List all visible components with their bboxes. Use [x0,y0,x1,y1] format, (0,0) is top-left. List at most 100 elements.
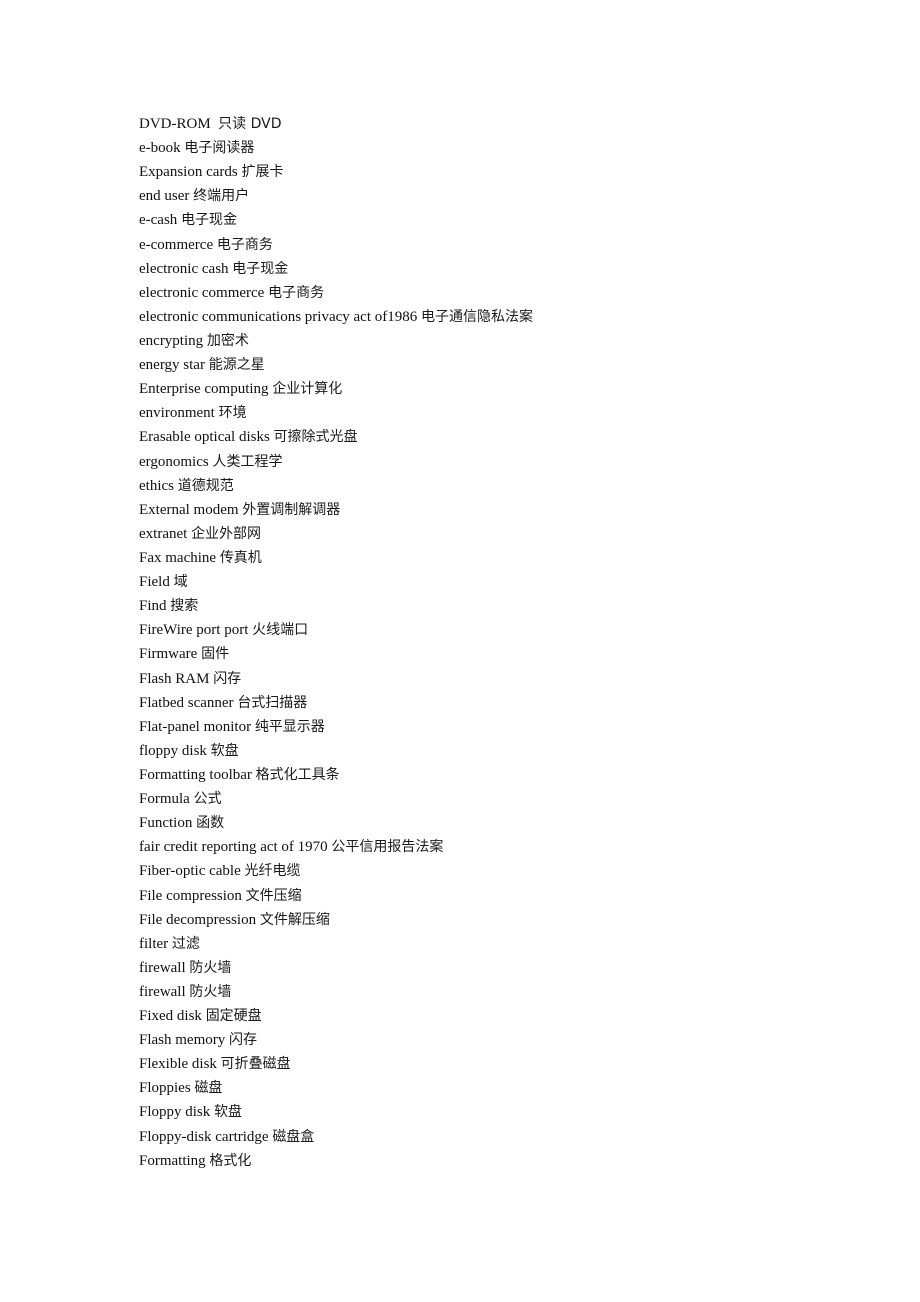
chinese-translation: 电子现金 [181,212,238,229]
english-term: Formula [139,791,190,808]
english-term: ergonomics [139,453,209,470]
chinese-translation: 软盘 [214,1104,243,1121]
chinese-translation: 电子现金 [232,260,289,277]
english-term: fair credit reporting act of 1970 [139,839,328,856]
glossary-entry: floppy disk 软盘 [139,739,533,763]
chinese-translation: 文件压缩 [245,887,302,904]
glossary-entry: e-book 电子阅读器 [139,136,533,160]
chinese-translation: 企业外部网 [191,525,262,542]
glossary-entry: electronic commerce 电子商务 [139,281,533,305]
english-term: Floppy-disk cartridge [139,1128,269,1145]
glossary-entry: Flexible disk 可折叠磁盘 [139,1052,533,1076]
english-term: Erasable optical disks [139,429,270,446]
glossary-entry: e-cash 电子现金 [139,208,533,232]
english-term: ethics [139,477,174,494]
glossary-entry: Floppies 磁盘 [139,1076,533,1100]
chinese-translation: 电子阅读器 [184,140,255,157]
english-term: energy star [139,357,205,374]
glossary-entry: Firmware 固件 [139,642,533,666]
glossary-entry: Floppy-disk cartridge 磁盘盒 [139,1125,533,1149]
chinese-translation: 只读 DVD [218,116,282,132]
english-term: Floppies [139,1080,191,1097]
chinese-translation: 纯平显示器 [254,718,325,735]
chinese-translation: 函数 [196,815,225,832]
chinese-translation: 闪存 [213,670,242,687]
chinese-translation: 固件 [201,646,230,663]
english-term: Expansion cards [139,164,238,181]
glossary-entry: Find 搜索 [139,594,533,618]
chinese-translation: 文件解压缩 [259,911,330,928]
chinese-translation: 环境 [218,405,247,422]
glossary-entry: FireWire port port 火线端口 [139,618,533,642]
chinese-translation: 光纤电缆 [244,863,301,880]
glossary-entry: electronic cash 电子现金 [139,257,533,281]
english-term: Formatting [139,1152,206,1169]
glossary-entry: File compression 文件压缩 [139,884,533,908]
chinese-translation: 固定硬盘 [205,1008,262,1025]
english-term: Field [139,574,170,591]
glossary-entry: encrypting 加密术 [139,329,533,353]
chinese-translation: 可折叠磁盘 [220,1056,291,1073]
english-term: electronic commerce [139,284,265,301]
glossary-entry: Flash memory 闪存 [139,1028,533,1052]
english-term: Find [139,598,167,615]
english-term: e-book [139,140,181,157]
chinese-translation: 道德规范 [177,477,234,494]
glossary-entry: end user 终端用户 [139,184,533,208]
glossary-entry: Fixed disk 固定硬盘 [139,1004,533,1028]
chinese-translation: 终端用户 [193,188,250,205]
glossary-list: DVD-ROM 只读 DVD e-book 电子阅读器 Expansion card… [139,112,533,1173]
english-term: Formatting toolbar [139,766,252,783]
english-term: External modem [139,501,239,518]
english-term: Flatbed scanner [139,694,234,711]
glossary-entry: extranet 企业外部网 [139,522,533,546]
english-term: Enterprise computing [139,381,269,398]
chinese-translation: 电子商务 [216,236,273,253]
chinese-translation: 软盘 [210,742,239,759]
glossary-entry: environment 环境 [139,401,533,425]
chinese-translation: 公平信用报告法案 [331,839,444,856]
chinese-translation: 可擦除式光盘 [273,429,358,446]
chinese-translation: 传真机 [219,549,262,566]
glossary-entry: ethics 道德规范 [139,474,533,498]
chinese-translation: 磁盘 [194,1080,223,1097]
chinese-translation: 外置调制解调器 [242,501,341,518]
english-term: Fixed disk [139,1008,202,1025]
chinese-translation: 格式化 [209,1152,252,1169]
chinese-translation: 公式 [193,791,222,808]
glossary-entry: Formatting toolbar 格式化工具条 [139,763,533,787]
chinese-translation: 防火墙 [189,959,232,976]
glossary-entry: Fax machine 传真机 [139,546,533,570]
glossary-entry: Enterprise computing 企业计算化 [139,377,533,401]
glossary-entry: electronic communications privacy act of… [139,305,533,329]
english-term: Firmware [139,646,198,663]
english-term: File compression [139,887,242,904]
glossary-entry: energy star 能源之星 [139,353,533,377]
english-term: electronic cash [139,260,229,277]
english-term: firewall [139,983,186,1000]
english-term: extranet [139,525,188,542]
chinese-translation: 电子通信隐私法案 [420,308,533,325]
chinese-translation: 人类工程学 [212,453,283,470]
english-term: FireWire port port [139,622,249,639]
chinese-translation: 台式扫描器 [237,694,308,711]
english-term: Flash memory [139,1032,226,1049]
chinese-translation: 格式化工具条 [255,766,340,783]
glossary-entry: Floppy disk 软盘 [139,1100,533,1124]
english-term: Floppy disk [139,1104,211,1121]
chinese-translation: 防火墙 [189,983,232,1000]
chinese-translation: 加密术 [206,332,249,349]
document-page: DVD-ROM 只读 DVD e-book 电子阅读器 Expansion card… [0,0,920,1302]
chinese-translation: 扩展卡 [241,164,284,181]
english-term: File decompression [139,911,257,928]
english-term: DVD-ROM [139,116,215,132]
english-term: end user [139,188,190,205]
english-term: filter [139,935,169,952]
glossary-entry: firewall 防火墙 [139,980,533,1004]
english-term: Fiber-optic cable [139,863,241,880]
chinese-translation: 磁盘盒 [272,1128,315,1145]
glossary-entry: ergonomics 人类工程学 [139,450,533,474]
glossary-entry: External modem 外置调制解调器 [139,498,533,522]
chinese-translation: 过滤 [171,935,200,952]
english-term: electronic communications privacy act of… [139,308,418,325]
